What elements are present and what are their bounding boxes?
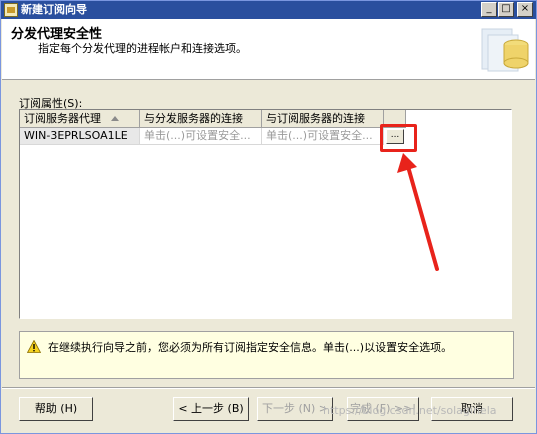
database-graphic-icon (481, 28, 529, 72)
warning-icon (27, 340, 41, 353)
column-header-label: 订阅服务器代理 (24, 112, 101, 125)
highlight-box (380, 124, 417, 152)
back-button[interactable]: < 上一步 (B) (173, 397, 249, 421)
column-header-agent[interactable]: 订阅服务器代理 (20, 110, 140, 128)
warning-panel: 在继续执行向导之前，您必须为所有订阅指定安全信息。单击(...)以设置安全选项。 (19, 331, 514, 379)
app-icon (4, 3, 18, 17)
footer-divider (2, 387, 535, 389)
minimize-button[interactable]: _ (481, 2, 497, 17)
title-bar[interactable]: 新建订阅向导 _ □ × (1, 1, 536, 19)
agent-cell[interactable]: WIN-3EPRLSOA1LE (20, 128, 140, 145)
distributor-connection-cell[interactable]: 单击(...)可设置安全... (140, 128, 262, 145)
annotation-arrow-icon (397, 153, 439, 271)
watermark-text: https://blog.csdn.net/solaginela (323, 404, 497, 417)
help-button[interactable]: 帮助 (H) (19, 397, 93, 421)
wizard-window: 新建订阅向导 _ □ × 分发代理安全性 指定每个分发代理的进程帐户和连接选项。… (0, 0, 537, 434)
wizard-header: 分发代理安全性 指定每个分发代理的进程帐户和连接选项。 (2, 19, 535, 80)
close-button[interactable]: × (517, 2, 533, 17)
window-title: 新建订阅向导 (21, 3, 87, 16)
column-header-subscriber-connection[interactable]: 与订阅服务器的连接 (262, 110, 384, 128)
maximize-button[interactable]: □ (498, 2, 514, 17)
subscriber-connection-cell[interactable]: 单击(...)可设置安全... (262, 128, 384, 145)
page-description: 指定每个分发代理的进程帐户和连接选项。 (38, 42, 247, 55)
column-header-distributor-connection[interactable]: 与分发服务器的连接 (140, 110, 262, 128)
sort-ascending-icon (111, 116, 119, 121)
warning-text: 在继续执行向导之前，您必须为所有订阅指定安全信息。单击(...)以设置安全选项。 (48, 341, 453, 354)
next-button[interactable]: 下一步 (N) > (257, 397, 333, 421)
